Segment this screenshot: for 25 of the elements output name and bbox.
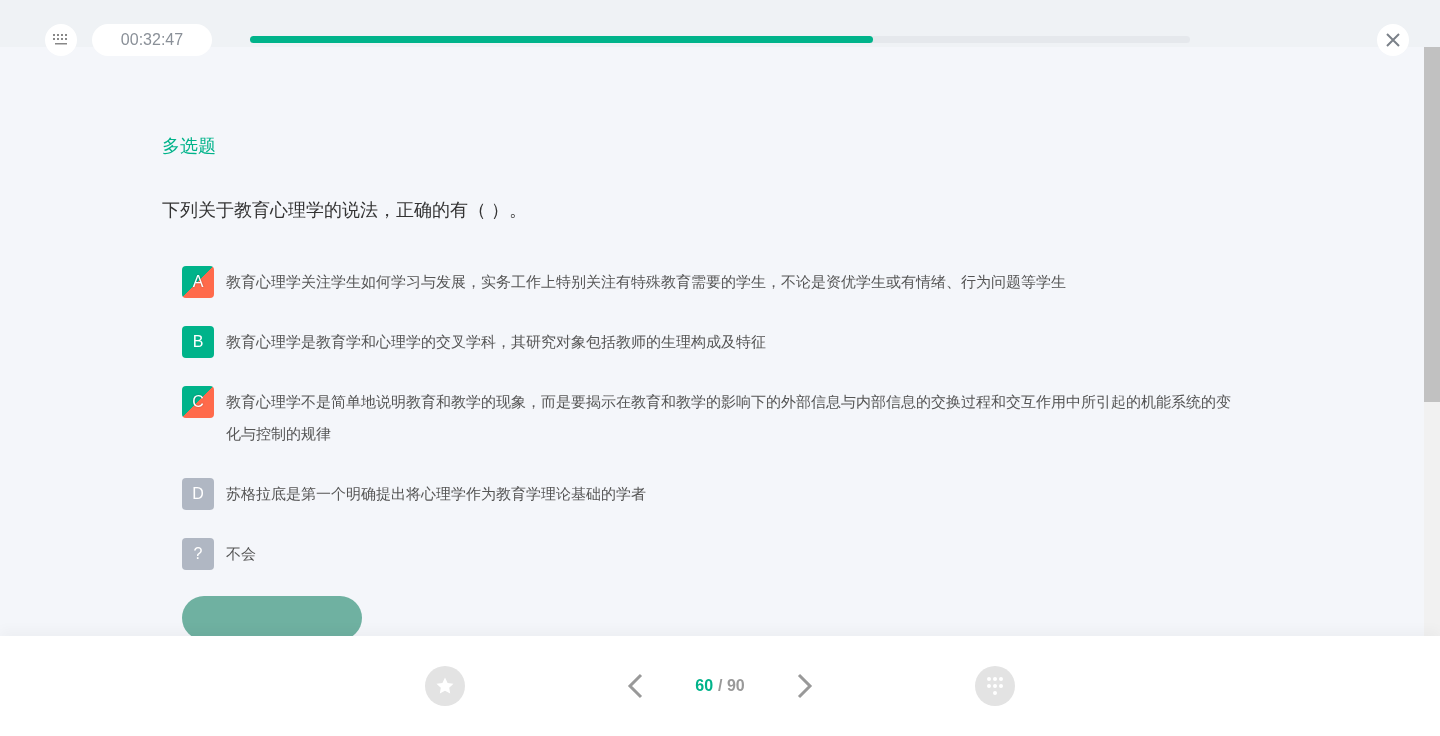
option-text[interactable]: 苏格拉底是第一个明确提出将心理学作为教育学理论基础的学者 xyxy=(226,478,646,510)
star-icon xyxy=(435,676,455,696)
option-text[interactable]: 教育心理学是教育学和心理学的交叉学科，其研究对象包括教师的生理构成及特征 xyxy=(226,326,766,358)
answer-sheet-button[interactable] xyxy=(975,666,1015,706)
option-text[interactable]: 教育心理学不是简单地说明教育和教学的现象，而是要揭示在教育和教学的影响下的外部信息与内部信息的交换过程和交互作用中所引起的机能系统的变化与控制的规律 xyxy=(226,386,1242,450)
close-button[interactable] xyxy=(1377,24,1409,56)
previous-button[interactable] xyxy=(627,673,644,699)
question-text: 下列关于教育心理学的说法，正确的有（ ）。 xyxy=(162,199,528,222)
option-text[interactable]: 不会 xyxy=(226,538,256,570)
chevron-right-icon xyxy=(796,673,813,699)
scrollbar-thumb[interactable] xyxy=(1424,47,1440,402)
current-question-number: 60 xyxy=(695,677,714,694)
dots-grid-icon xyxy=(985,676,1005,696)
scrollbar[interactable] xyxy=(1424,47,1440,636)
keyboard-icon xyxy=(52,33,70,47)
keyboard-button[interactable] xyxy=(45,24,77,56)
question-type: 多选题 xyxy=(162,135,217,158)
option-text[interactable]: 教育心理学关注学生如何学习与发展，实务工作上特别关注有特殊教育需要的学生，不论是资优学生或有情绪、行为问题等学生 xyxy=(226,266,1066,298)
submit-button[interactable] xyxy=(182,596,362,636)
favorite-button[interactable] xyxy=(425,666,465,706)
chevron-left-icon xyxy=(627,673,644,699)
close-icon xyxy=(1385,32,1401,48)
timer: 00:32:47 xyxy=(92,24,212,56)
total-questions: / 90 xyxy=(718,677,745,694)
next-button[interactable] xyxy=(796,673,813,699)
